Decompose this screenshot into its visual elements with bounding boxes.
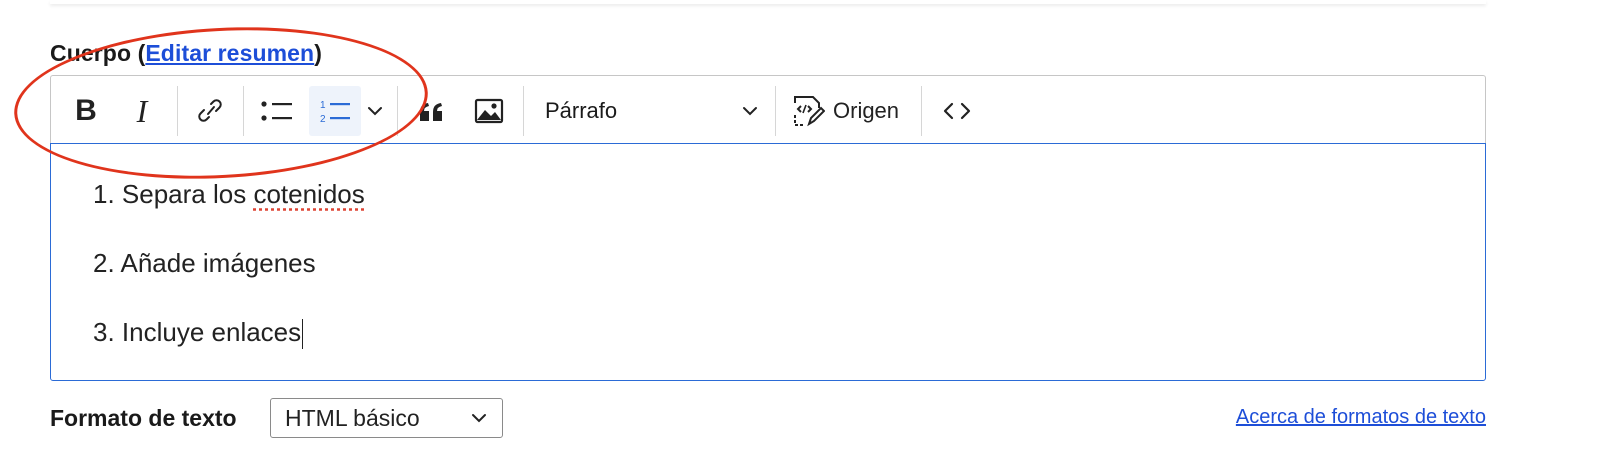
text-format-select[interactable]: HTML básico bbox=[270, 398, 503, 438]
rich-text-editor: B I 1 2 Párrafo Origen 1. Separa los cot… bbox=[50, 75, 1486, 381]
italic-button[interactable]: I bbox=[121, 86, 163, 136]
code-icon bbox=[943, 102, 971, 120]
text-cursor bbox=[302, 319, 304, 350]
editor-toolbar: B I 1 2 Párrafo Origen bbox=[50, 75, 1486, 144]
list-item-text: Añade imágenes bbox=[120, 248, 316, 278]
link-button[interactable] bbox=[187, 86, 233, 136]
blockquote-button[interactable] bbox=[409, 86, 455, 136]
svg-text:2: 2 bbox=[320, 114, 326, 125]
toolbar-separator bbox=[523, 86, 524, 136]
numbered-list-options-button[interactable] bbox=[363, 86, 387, 136]
edit-summary-link[interactable]: Editar resumen bbox=[145, 40, 314, 66]
text-format-value: HTML básico bbox=[285, 404, 420, 431]
heading-dropdown[interactable]: Párrafo bbox=[541, 86, 763, 136]
list-item-number: 2. bbox=[93, 248, 115, 278]
bold-button[interactable]: B bbox=[65, 86, 107, 136]
body-label-text: Cuerpo ( bbox=[50, 40, 146, 66]
previous-field-edge bbox=[50, 0, 1486, 4]
toolbar-separator bbox=[177, 86, 178, 136]
chevron-down-icon bbox=[368, 107, 382, 116]
about-text-formats-link[interactable]: Acerca de formatos de texto bbox=[1236, 406, 1486, 429]
list-item-text: Incluye enlaces bbox=[121, 317, 302, 347]
toolbar-separator bbox=[921, 86, 922, 136]
numbered-list-icon: 1 2 bbox=[320, 100, 350, 125]
bold-icon: B bbox=[75, 94, 97, 127]
list-item-text: Separa los bbox=[121, 179, 254, 209]
numbered-list-button[interactable]: 1 2 bbox=[309, 86, 361, 136]
toolbar-separator bbox=[397, 86, 398, 136]
misspelled-word[interactable]: cotenidos bbox=[253, 179, 364, 209]
body-field-label: Cuerpo (Editar resumen) bbox=[50, 40, 322, 67]
blockquote-icon bbox=[420, 103, 442, 121]
code-button[interactable] bbox=[935, 86, 979, 136]
bulleted-list-button[interactable] bbox=[253, 86, 301, 136]
svg-text:1: 1 bbox=[320, 100, 326, 111]
bulleted-list-icon bbox=[261, 101, 292, 121]
chevron-down-icon bbox=[743, 107, 757, 116]
text-format-label: Formato de texto bbox=[50, 405, 237, 431]
list-item-number: 1. bbox=[93, 179, 115, 209]
editor-content-area[interactable]: 1. Separa los cotenidos 2. Añade imágene… bbox=[50, 143, 1486, 381]
source-button[interactable]: Origen bbox=[791, 86, 907, 136]
list-item: 2. Añade imágenes bbox=[93, 247, 365, 316]
toolbar-separator bbox=[243, 86, 244, 136]
list-item-number: 3. bbox=[93, 317, 115, 347]
chevron-down-icon bbox=[472, 414, 486, 423]
numbered-list: 1. Separa los cotenidos 2. Añade imágene… bbox=[93, 178, 365, 385]
heading-dropdown-value: Párrafo bbox=[545, 98, 618, 123]
source-edit-icon bbox=[794, 96, 825, 127]
list-item: 1. Separa los cotenidos bbox=[93, 178, 365, 247]
italic-icon: I bbox=[136, 92, 148, 129]
image-icon bbox=[474, 98, 504, 124]
body-label-close: ) bbox=[314, 40, 322, 66]
list-item: 3. Incluye enlaces bbox=[93, 316, 365, 385]
source-label: Origen bbox=[833, 98, 900, 123]
toolbar-separator bbox=[775, 86, 776, 136]
link-icon bbox=[198, 99, 222, 122]
image-button[interactable] bbox=[465, 86, 513, 136]
